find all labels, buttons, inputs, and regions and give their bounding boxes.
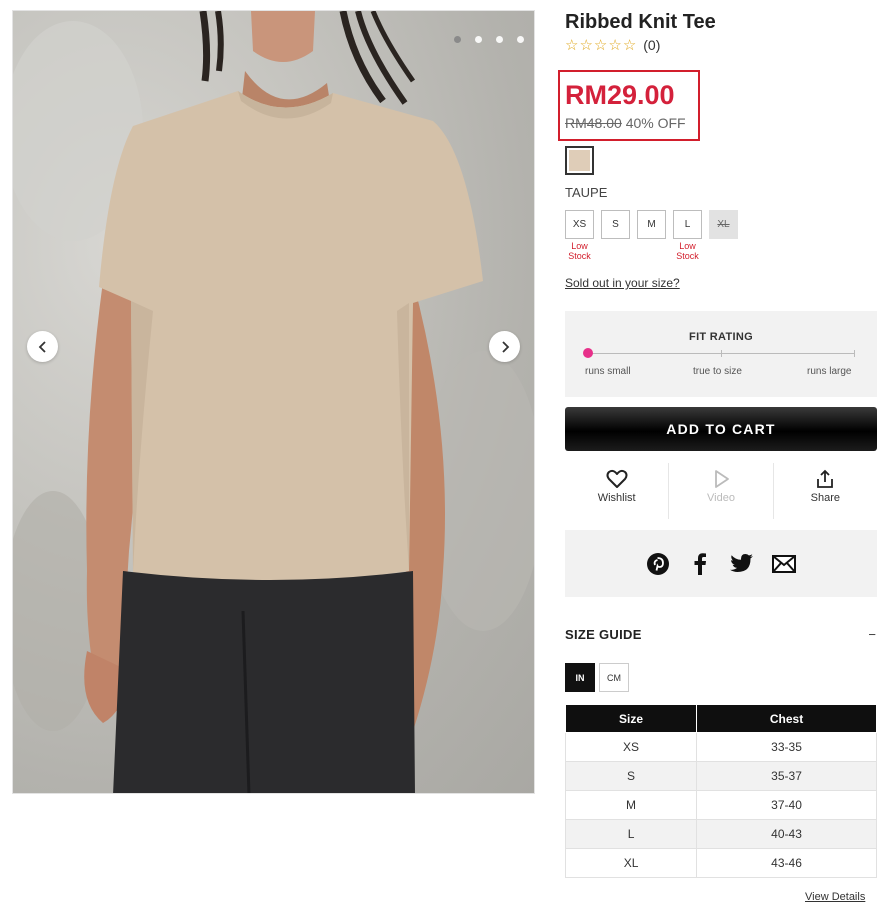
table-row: XL 43-46 — [564, 848, 877, 878]
share-label: Share — [810, 492, 840, 504]
size-guide-title: SIZE GUIDE — [565, 627, 642, 642]
size-guide-header[interactable]: SIZE GUIDE − — [565, 627, 877, 642]
unit-in-button[interactable]: IN — [565, 663, 595, 692]
fit-label-true: true to size — [693, 366, 742, 377]
sold-out-size-link[interactable]: Sold out in your size? — [565, 276, 680, 290]
view-details-link[interactable]: View Details — [805, 891, 865, 903]
table-cell: 40-43 — [696, 819, 877, 849]
star-outline-icon: ☆ — [565, 36, 579, 54]
gallery-pagination — [454, 36, 524, 43]
fit-label-small: runs small — [585, 366, 631, 377]
gallery-next-button[interactable] — [489, 331, 520, 362]
video-button[interactable]: Video — [668, 463, 772, 519]
size-guide-table: Size Chest XS 33-35 S 35-37 M 37-40 L 40… — [564, 704, 877, 878]
star-outline-icon: ☆ — [608, 36, 622, 54]
product-actions: Wishlist Video Share — [565, 463, 877, 519]
table-cell: XS — [564, 732, 698, 762]
table-row: M 37-40 — [564, 790, 877, 820]
chevron-left-icon — [38, 340, 46, 353]
table-cell: 33-35 — [696, 732, 877, 762]
share-button[interactable]: Share — [772, 463, 877, 519]
size-option-xs[interactable]: XS — [565, 210, 594, 239]
facebook-icon[interactable] — [688, 552, 712, 576]
rating-count: (0) — [643, 37, 661, 53]
size-option-l[interactable]: L — [673, 210, 702, 239]
table-cell: M — [564, 790, 698, 820]
social-share-bar — [565, 530, 877, 597]
gallery-prev-button[interactable] — [27, 331, 58, 362]
heart-icon — [606, 469, 628, 488]
table-row: XS 33-35 — [564, 732, 877, 762]
table-cell: S — [564, 761, 698, 791]
table-header-row: Size Chest — [564, 704, 877, 733]
chevron-right-icon — [501, 340, 509, 353]
low-stock-label: Low Stock — [676, 241, 699, 261]
table-cell: L — [564, 819, 698, 849]
table-row: L 40-43 — [564, 819, 877, 849]
low-stock-label: Low Stock — [568, 241, 591, 261]
product-photo — [13, 11, 534, 793]
swatch-fill — [569, 150, 590, 171]
fit-rating-title: FIT RATING — [689, 331, 753, 343]
wishlist-label: Wishlist — [597, 492, 636, 504]
table-row: S 35-37 — [564, 761, 877, 791]
video-label: Video — [707, 492, 735, 504]
unit-cm-button[interactable]: CM — [599, 663, 629, 692]
star-outline-icon: ☆ — [622, 36, 637, 54]
play-icon — [715, 470, 729, 488]
fit-rating-panel: FIT RATING runs small true to size runs … — [565, 311, 877, 397]
table-cell: 43-46 — [696, 848, 877, 878]
fit-rating-marker — [583, 348, 593, 358]
product-title: Ribbed Knit Tee — [565, 11, 716, 33]
wishlist-button[interactable]: Wishlist — [565, 463, 668, 519]
original-price-row: RM48.00 40% OFF — [565, 115, 686, 131]
original-price: RM48.00 — [565, 115, 622, 131]
add-to-cart-button[interactable]: ADD TO CART — [565, 407, 877, 451]
discount-label: 40% OFF — [625, 115, 686, 131]
star-outline-icon: ☆ — [593, 36, 608, 54]
star-outline-icon: ☆ — [579, 36, 593, 54]
table-cell: 35-37 — [696, 761, 877, 791]
collapse-toggle[interactable]: − — [868, 627, 877, 642]
table-cell: XL — [564, 848, 698, 878]
size-option-m[interactable]: M — [637, 210, 666, 239]
gallery-dot[interactable] — [454, 36, 461, 43]
sale-price: RM29.00 — [565, 80, 675, 110]
column-header-size: Size — [564, 704, 698, 733]
column-header-chest: Chest — [696, 704, 877, 733]
share-icon — [817, 469, 834, 488]
fit-label-large: runs large — [807, 366, 852, 377]
selected-color-name: TAUPE — [565, 185, 608, 200]
color-swatch-taupe[interactable] — [565, 146, 594, 175]
gallery-dot[interactable] — [475, 36, 482, 43]
email-icon[interactable] — [772, 552, 796, 576]
size-option-xl[interactable]: XL — [709, 210, 738, 239]
product-rating[interactable]: ☆ ☆ ☆ ☆ ☆ (0) — [565, 37, 660, 53]
fit-scale-tick — [854, 350, 855, 357]
pinterest-icon[interactable] — [646, 552, 670, 576]
unit-switcher: IN CM — [565, 663, 629, 692]
product-image-gallery[interactable] — [12, 10, 535, 794]
gallery-dot[interactable] — [496, 36, 503, 43]
twitter-icon[interactable] — [730, 552, 754, 576]
fit-scale-tick — [721, 350, 722, 357]
size-option-s[interactable]: S — [601, 210, 630, 239]
gallery-dot[interactable] — [517, 36, 524, 43]
table-cell: 37-40 — [696, 790, 877, 820]
size-selector: XS Low Stock S M L Low Stock XL — [565, 210, 738, 261]
